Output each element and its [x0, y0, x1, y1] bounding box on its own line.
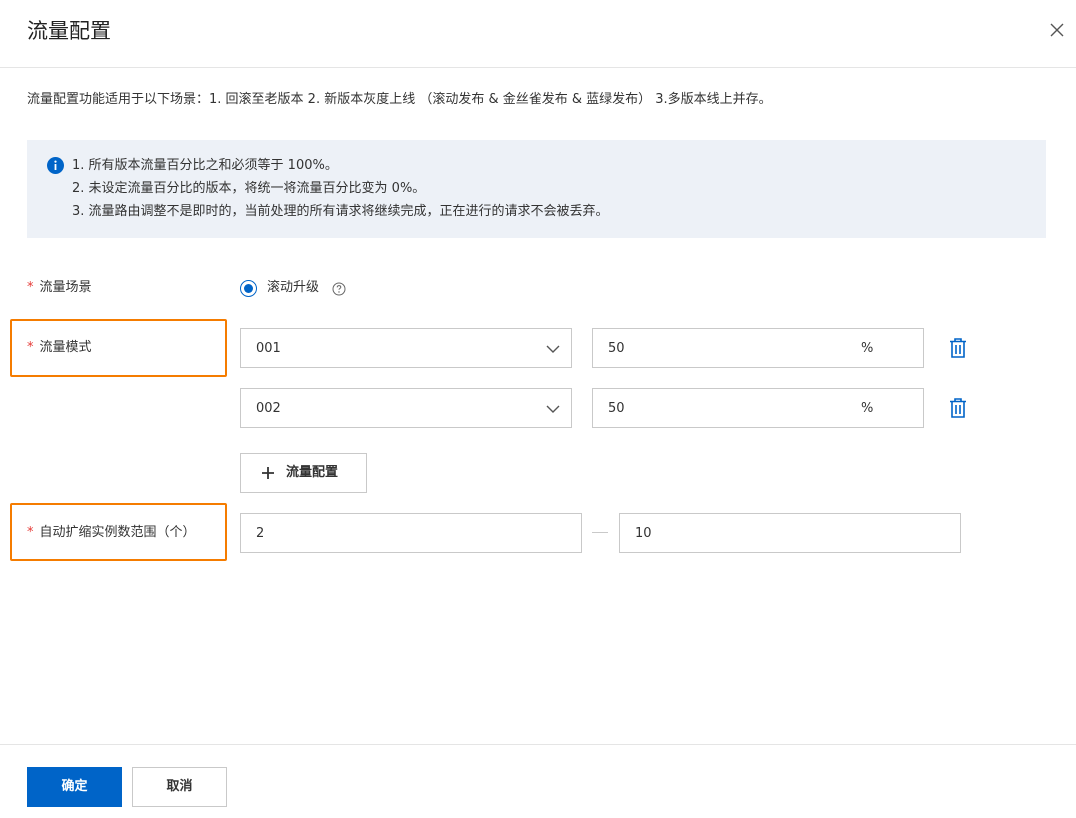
required-mark: * — [27, 340, 34, 355]
dialog-header: 流量配置 — [0, 0, 1076, 68]
cancel-button-label: 取消 — [166, 779, 193, 794]
close-icon[interactable] — [1046, 19, 1068, 41]
mode-label: * 流量模式 — [27, 338, 92, 358]
scene-label-text: 流量场景 — [39, 280, 92, 295]
range-separator — [592, 532, 608, 533]
scene-radio[interactable] — [240, 280, 257, 297]
percent-value: 50 — [608, 341, 625, 356]
intro-text: 流量配置功能适用于以下场景：1. 回滚至老版本 2. 新版本灰度上线 （滚动发布… — [27, 92, 772, 107]
add-traffic-config-label: 流量配置 — [286, 465, 339, 480]
scaling-max-value: 10 — [635, 526, 652, 541]
percent-input-2[interactable]: 50 % — [592, 388, 924, 428]
scene-radio-label[interactable]: 滚动升级 — [267, 278, 319, 298]
percent-unit: % — [861, 341, 874, 356]
confirm-button[interactable]: 确定 — [27, 767, 122, 807]
version-select-2[interactable]: 002 — [240, 388, 572, 428]
version-select-value: 002 — [256, 401, 281, 416]
notice-line: 3. 流量路由调整不是即时的，当前处理的所有请求将继续完成，正在进行的请求不会被… — [72, 204, 609, 219]
required-mark: * — [27, 525, 34, 540]
notice-line: 1. 所有版本流量百分比之和必须等于 100%。 — [72, 158, 338, 173]
scene-label: * 流量场景 — [27, 278, 92, 298]
trash-icon[interactable] — [948, 337, 968, 359]
help-icon[interactable] — [332, 282, 346, 296]
scaling-min-value: 2 — [256, 526, 265, 541]
notice-line: 2. 未设定流量百分比的版本，将统一将流量百分比变为 0%。 — [72, 181, 426, 196]
percent-input-1[interactable]: 50 % — [592, 328, 924, 368]
dialog-title: 流量配置 — [27, 19, 111, 43]
info-icon — [47, 157, 64, 174]
scaling-label: * 自动扩缩实例数范围（个） — [27, 523, 196, 543]
trash-icon[interactable] — [948, 397, 968, 419]
cancel-button[interactable]: 取消 — [132, 767, 227, 807]
add-traffic-config-button[interactable]: 流量配置 — [240, 453, 367, 493]
chevron-down-icon — [546, 345, 560, 353]
chevron-down-icon — [546, 405, 560, 413]
percent-unit: % — [861, 401, 874, 416]
required-mark: * — [27, 280, 34, 295]
version-select-1[interactable]: 001 — [240, 328, 572, 368]
notice-box: 1. 所有版本流量百分比之和必须等于 100%。 2. 未设定流量百分比的版本，… — [27, 140, 1046, 238]
confirm-button-label: 确定 — [61, 779, 88, 794]
scaling-min-input[interactable]: 2 — [240, 513, 582, 553]
scaling-max-input[interactable]: 10 — [619, 513, 961, 553]
version-select-value: 001 — [256, 341, 281, 356]
mode-label-text: 流量模式 — [39, 340, 92, 355]
scaling-label-text: 自动扩缩实例数范围（个） — [39, 525, 196, 540]
percent-value: 50 — [608, 401, 625, 416]
plus-icon — [262, 467, 274, 479]
